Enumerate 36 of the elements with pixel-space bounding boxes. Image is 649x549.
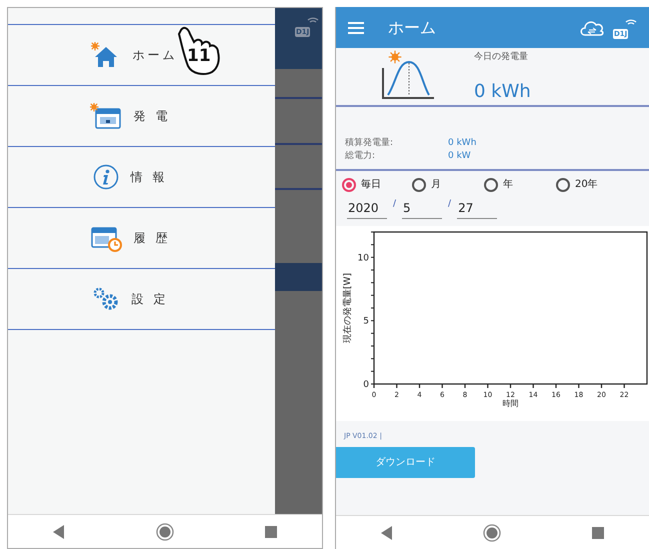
y-tick-label: 10 [358,253,369,264]
period-radio[interactable]: 年 [484,176,556,193]
y-axis-title: 現在の発電量[W] [343,273,353,343]
x-axis-title: 時間 [502,399,518,408]
menu-icon[interactable] [348,22,364,34]
recents-icon[interactable] [264,526,277,538]
today-value: 0 kWh [474,80,531,104]
date-separator: / [393,198,396,210]
home-button-icon[interactable] [483,524,502,542]
solar-curve-icon [382,50,435,100]
back-icon[interactable] [53,524,66,538]
stat-label: 総電力: [345,150,376,163]
date-separator: / [448,198,452,210]
period-radio[interactable]: 20年 [556,176,628,193]
dimmed-bar [275,263,322,291]
drawer-menu-item[interactable]: 発 電 [8,86,275,147]
date-field[interactable]: 27 [457,198,498,219]
drawer-menu-item[interactable]: 履 歴 [8,208,275,269]
calendar-sun-icon [90,103,122,129]
stat-label: 積算発電量: [345,137,394,150]
info-icon [92,164,118,190]
screen-title: ホーム [388,16,436,38]
stat-value: 0 kW [448,150,471,163]
gears-icon [92,286,120,312]
y-tick-label: 0 [363,380,369,390]
period-radio[interactable]: 月 [412,176,484,193]
period-radio[interactable]: 毎日 [342,176,412,193]
recents-icon[interactable] [592,526,604,538]
today-label: 今日の発電量 [474,51,529,64]
date-field[interactable]: 2020 [347,198,387,219]
back-icon[interactable] [381,526,394,540]
date-field[interactable]: 5 [402,198,442,219]
y-tick-label: 5 [363,316,369,327]
stat-value: 0 kWh [448,137,476,150]
home-button-icon[interactable] [156,522,174,540]
cloud-sync-icon[interactable] [579,18,605,36]
